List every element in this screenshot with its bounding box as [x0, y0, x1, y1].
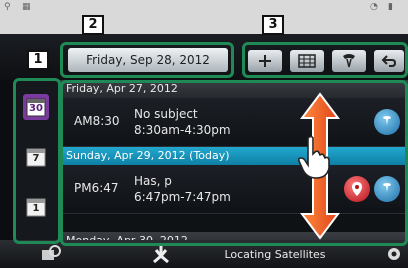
notification-icon: ▦ — [22, 2, 31, 12]
list-callout-frame — [60, 80, 408, 246]
callout-number-2: 2 — [82, 15, 104, 35]
settings-gear-icon[interactable] — [384, 244, 404, 264]
callout-frame-2 — [60, 42, 234, 78]
status-bar: ⚲ ▦ ◔ ▮ — [0, 0, 408, 34]
usb-icon: ⚲ — [4, 2, 11, 12]
callout-frame-3 — [242, 42, 408, 78]
signal-icon: ▮ — [388, 2, 393, 12]
calendar-screen: ⚲ ▦ ◔ ▮ Friday, Sep 28, 2012 30 7 1 Frid… — [0, 0, 408, 268]
gps-status-text: Locating Satellites — [224, 248, 326, 261]
callout-frame-1 — [13, 78, 61, 244]
search-map-icon[interactable] — [40, 244, 62, 264]
navigation-icon[interactable] — [150, 244, 172, 264]
callout-number-3: 3 — [262, 15, 284, 35]
wifi-icon: ◔ — [370, 2, 378, 12]
callout-number-1: 1 — [27, 50, 49, 70]
